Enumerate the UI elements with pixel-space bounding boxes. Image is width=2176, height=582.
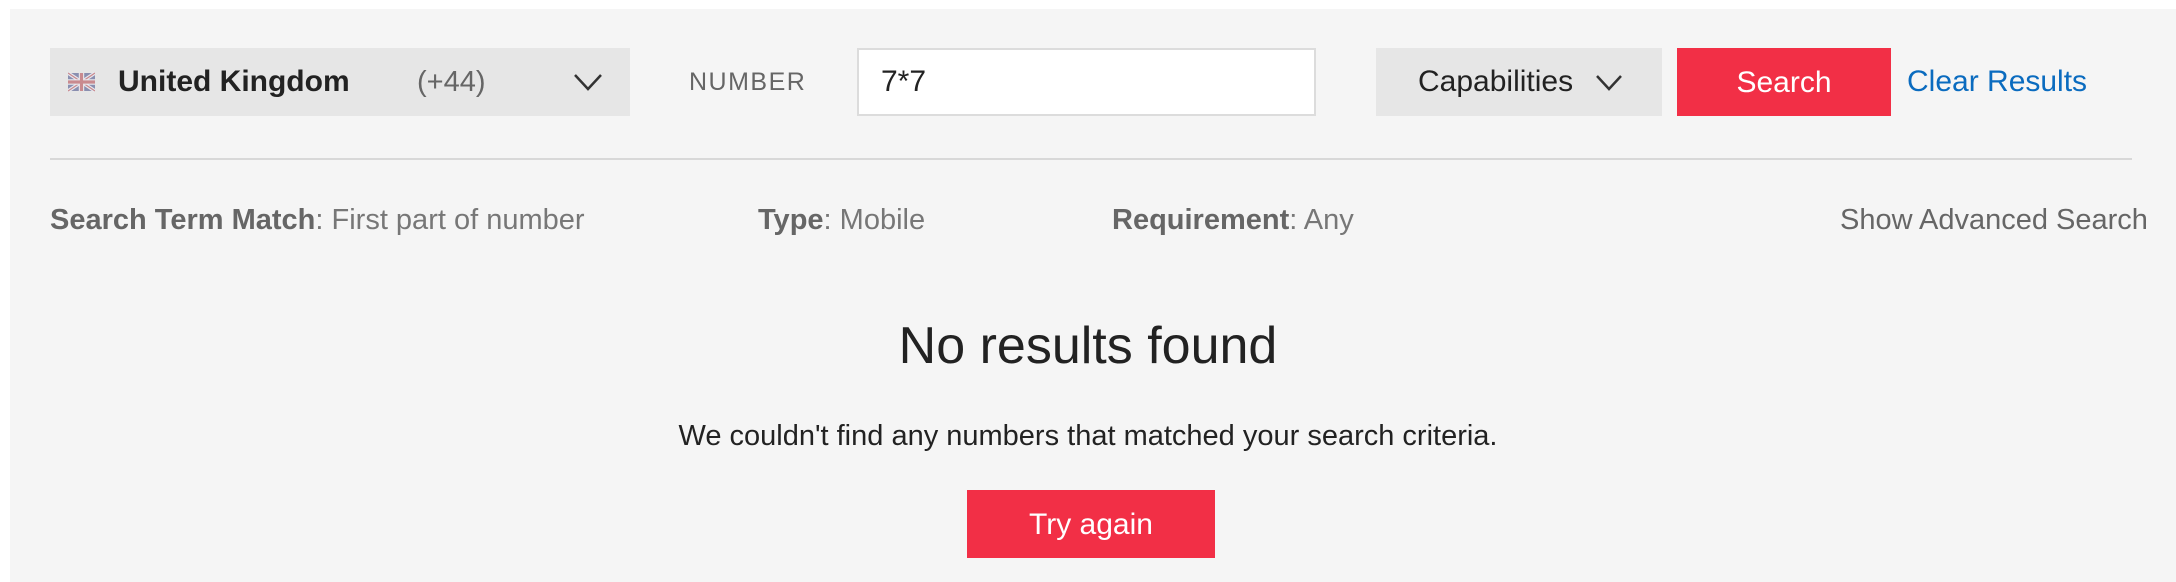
show-advanced-search-link[interactable]: Show Advanced Search (1840, 200, 2148, 240)
chevron-down-icon (1596, 75, 1622, 91)
requirement-filter: Requirement: Any (1112, 200, 1354, 240)
filter-value: : Mobile (823, 204, 926, 236)
capabilities-label: Capabilities (1418, 65, 1574, 98)
clear-results-link[interactable]: Clear Results (1907, 48, 2087, 116)
search-button[interactable]: Search (1677, 48, 1891, 116)
country-select[interactable]: United Kingdom (+44) (50, 48, 630, 116)
filter-value: : Any (1289, 204, 1354, 236)
no-results-message: We couldn't find any numbers that matche… (678, 420, 1498, 452)
capabilities-dropdown[interactable]: Capabilities (1376, 48, 1662, 116)
number-label: NUMBER (689, 68, 807, 96)
filter-label: Type (758, 204, 824, 236)
uk-flag-icon (68, 72, 95, 92)
divider (50, 158, 2132, 160)
filter-value: : First part of number (315, 204, 585, 236)
no-results-title: No results found (898, 317, 1278, 375)
filter-label: Search Term Match (50, 204, 316, 236)
try-again-button[interactable]: Try again (967, 490, 1215, 558)
chevron-down-icon (574, 74, 602, 91)
type-filter: Type: Mobile (758, 200, 925, 240)
number-input[interactable] (857, 48, 1316, 116)
filter-label: Requirement (1112, 204, 1290, 236)
search-term-match-filter: Search Term Match: First part of number (50, 200, 585, 240)
country-dial-code: (+44) (417, 66, 486, 98)
country-name: United Kingdom (118, 65, 350, 98)
